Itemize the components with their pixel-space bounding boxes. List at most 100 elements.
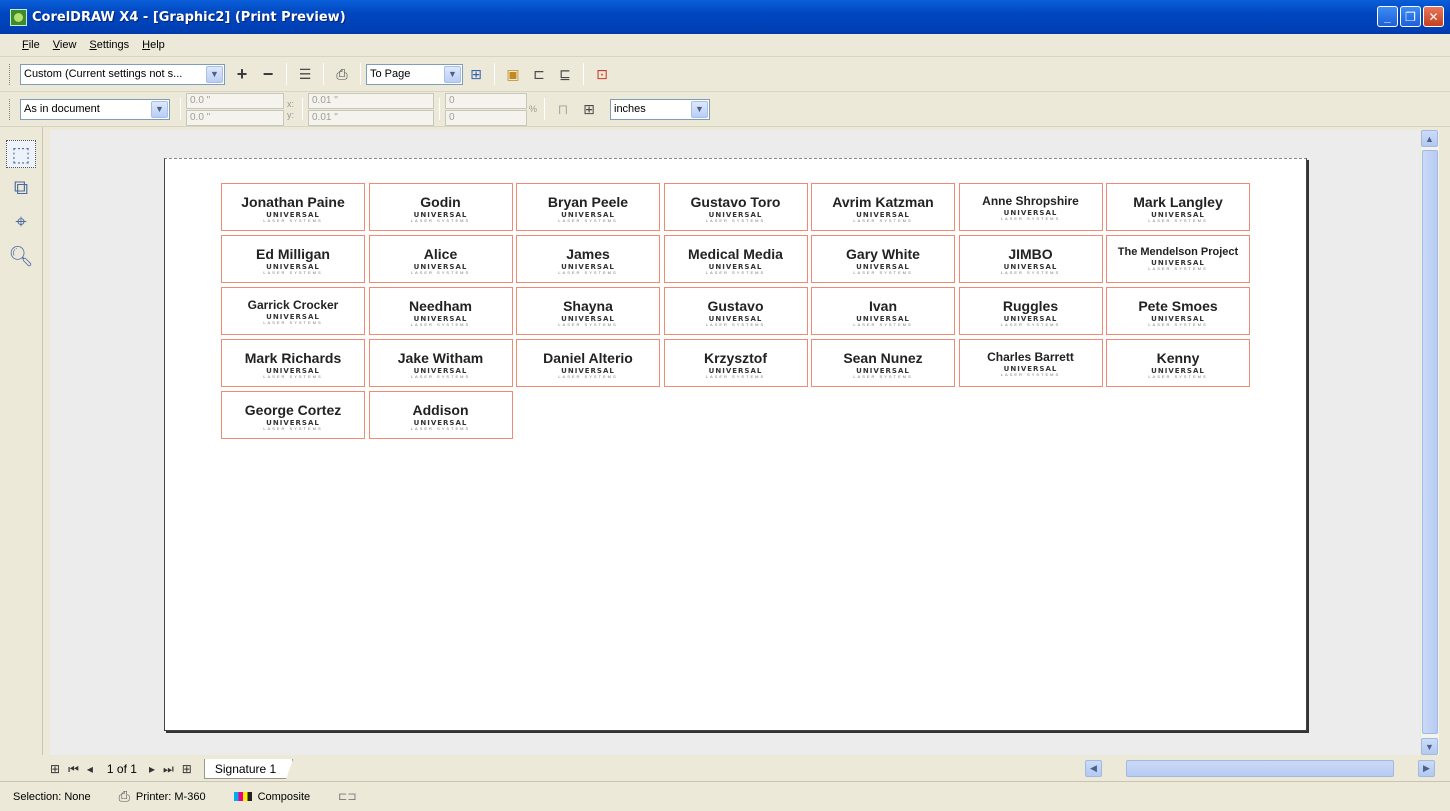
name-label[interactable]: The Mendelson Project UNIVERSAL LASER SYST…	[1106, 235, 1250, 283]
position-value: As in document	[24, 103, 100, 115]
position-x-field[interactable]: 0.0 "	[186, 92, 284, 109]
zoom-dropdown[interactable]: To Page ▼	[366, 63, 463, 85]
chevron-down-icon[interactable]: ▼	[444, 65, 461, 83]
name-label[interactable]: Ivan UNIVERSAL LASER SYSTEMS	[811, 287, 955, 335]
name-label[interactable]: George Cortez UNIVERSAL LASER SYSTEMS	[221, 391, 365, 439]
scroll-down-icon[interactable]: ▼	[1421, 738, 1438, 755]
add-page-before-icon[interactable]: ⊞	[50, 762, 60, 776]
printer-status[interactable]: ⎙ Printer: M-360	[119, 788, 206, 805]
full-screen-icon[interactable]: ⊞	[465, 63, 487, 85]
chevron-down-icon[interactable]: ▼	[206, 65, 223, 83]
previous-page-icon[interactable]: ◂	[87, 762, 93, 776]
add-page-after-icon[interactable]: ⊞	[182, 762, 192, 776]
menu-view[interactable]: View	[53, 39, 77, 51]
invert-icon[interactable]: ⊏	[528, 63, 550, 85]
chevron-down-icon[interactable]: ▼	[151, 100, 168, 118]
scroll-left-icon[interactable]: ◀	[1085, 760, 1102, 777]
name-label[interactable]: Gary White UNIVERSAL LASER SYSTEMS	[811, 235, 955, 283]
add-print-style-icon[interactable]: +	[231, 63, 253, 85]
name-label[interactable]: Bryan Peele UNIVERSAL LASER SYSTEMS	[516, 183, 660, 231]
preview-canvas[interactable]: Jonathan Paine UNIVERSAL LASER SYSTEMS Godi…	[50, 130, 1420, 755]
scale-width-field[interactable]: 0	[445, 92, 527, 109]
name-label[interactable]: Pete Smoes UNIVERSAL LASER SYSTEMS	[1106, 287, 1250, 335]
last-page-icon[interactable]: ⏭	[163, 762, 174, 777]
page-layout-icon[interactable]: ⊏⊐	[338, 790, 356, 803]
name-label[interactable]: Charles Barrett UNIVERSAL LASER SYSTEMS	[958, 339, 1103, 387]
name-label[interactable]: Needham UNIVERSAL LASER SYSTEMS	[368, 287, 513, 335]
name-label[interactable]: Ruggles UNIVERSAL LASER SYSTEMS	[958, 287, 1103, 335]
marks-placement-tool-icon[interactable]: ⌖	[6, 208, 36, 236]
name-label[interactable]: James UNIVERSAL LASER SYSTEMS	[516, 235, 660, 283]
menu-settings[interactable]: Settings	[89, 39, 129, 51]
close-print-preview-icon[interactable]: ⊡	[591, 63, 613, 85]
vertical-scroll-thumb[interactable]	[1422, 150, 1438, 734]
coreldraw-app-icon[interactable]	[10, 8, 27, 26]
label-name-text: Daniel Alterio	[543, 350, 633, 366]
name-label[interactable]: Addison UNIVERSAL LASER SYSTEMS	[368, 391, 513, 439]
name-label[interactable]: Jonathan Paine UNIVERSAL LASER SYSTEMS	[221, 183, 365, 231]
print-style-dropdown[interactable]: Custom (Current settings not s... ▼	[20, 63, 225, 85]
name-label[interactable]: Anne Shropshire UNIVERSAL LASER SYSTEMS	[958, 183, 1103, 231]
name-label[interactable]: Jake Witham UNIVERSAL LASER SYSTEMS	[368, 339, 513, 387]
name-label[interactable]: Gustavo UNIVERSAL LASER SYSTEMS	[663, 287, 808, 335]
toolbar-grip[interactable]	[9, 99, 12, 120]
lock-icon[interactable]: ⊓	[552, 98, 574, 120]
name-label[interactable]: Garrick Crocker UNIVERSAL LASER SYSTEMS	[221, 287, 365, 335]
name-label[interactable]: Avrim Katzman UNIVERSAL LASER SYSTEMS	[811, 183, 955, 231]
menu-file[interactable]: File	[22, 39, 40, 51]
universal-logo-tagline: LASER SYSTEMS	[410, 270, 471, 275]
label-name-text: Gustavo Toro	[690, 194, 781, 210]
x-label: x:	[287, 98, 295, 109]
print-icon[interactable]: ⎙	[331, 63, 353, 85]
close-button[interactable]: ✕	[1423, 6, 1444, 27]
first-page-icon[interactable]: ⏮	[68, 762, 79, 777]
imposition-layout-tool-icon[interactable]: ⧉	[6, 174, 36, 202]
mirror-icon[interactable]: ⊑	[554, 63, 576, 85]
restore-button[interactable]: ❐	[1400, 6, 1421, 27]
toolbar-grip[interactable]	[9, 64, 12, 85]
name-label[interactable]: Daniel Alterio UNIVERSAL LASER SYSTEMS	[516, 339, 660, 387]
name-label[interactable]: Mark Richards UNIVERSAL LASER SYSTEMS	[221, 339, 365, 387]
position-y-field[interactable]: 0.0 "	[186, 109, 284, 126]
name-label[interactable]: Shayna UNIVERSAL LASER SYSTEMS	[516, 287, 660, 335]
preview-page: Jonathan Paine UNIVERSAL LASER SYSTEMS Godi…	[164, 158, 1307, 731]
name-label[interactable]: Medical Media UNIVERSAL LASER SYSTEMS	[663, 235, 808, 283]
name-label[interactable]: Godin UNIVERSAL LASER SYSTEMS	[368, 183, 513, 231]
chevron-down-icon[interactable]: ▼	[691, 100, 708, 118]
color-mode-status[interactable]: Composite	[233, 791, 310, 803]
tile-layout-icon[interactable]: ⊞	[578, 98, 600, 120]
label-name-text: JIMBO	[1008, 246, 1053, 262]
name-label[interactable]: Mark Langley UNIVERSAL LASER SYSTEMS	[1106, 183, 1250, 231]
remove-print-style-icon[interactable]: −	[257, 63, 279, 85]
name-label[interactable]: Gustavo Toro UNIVERSAL LASER SYSTEMS	[663, 183, 808, 231]
height-field[interactable]: 0.01 "	[308, 109, 434, 126]
menu-help[interactable]: Help	[142, 39, 165, 51]
horizontal-scrollbar[interactable]: ◀ ▶	[1085, 760, 1435, 777]
minimize-button[interactable]: _	[1377, 6, 1398, 27]
scroll-up-icon[interactable]: ▲	[1421, 130, 1438, 147]
scroll-right-icon[interactable]: ▶	[1418, 760, 1435, 777]
enable-color-separations-icon[interactable]: ▣	[502, 63, 524, 85]
width-field[interactable]: 0.01 "	[308, 92, 434, 109]
label-name-text: Kenny	[1156, 350, 1200, 366]
units-dropdown[interactable]: inches ▼	[610, 98, 710, 120]
scale-height-field[interactable]: 0	[445, 109, 527, 126]
name-label[interactable]: Sean Nunez UNIVERSAL LASER SYSTEMS	[811, 339, 955, 387]
name-label[interactable]: Kenny UNIVERSAL LASER SYSTEMS	[1106, 339, 1250, 387]
label-name-text: Ed Milligan	[256, 246, 330, 262]
page-navigation-bar: ⊞ ⏮ ◂ 1 of 1 ▸ ⏭ ⊞ Signature 1 ◀ ▶	[50, 757, 1450, 781]
tab-signature-1[interactable]: Signature 1	[203, 759, 294, 779]
horizontal-scroll-thumb[interactable]	[1126, 760, 1394, 777]
position-dropdown[interactable]: As in document ▼	[20, 98, 170, 120]
zoom-tool-icon[interactable]: 🔍︎	[6, 242, 36, 270]
vertical-scrollbar[interactable]: ▲ ▼	[1421, 130, 1439, 755]
name-label[interactable]: Alice UNIVERSAL LASER SYSTEMS	[368, 235, 513, 283]
universal-logo-tagline: LASER SYSTEMS	[558, 374, 618, 379]
name-label[interactable]: Krzysztof UNIVERSAL LASER SYSTEMS	[663, 339, 808, 387]
print-options-icon[interactable]: ☰	[294, 63, 316, 85]
name-label[interactable]: Ed Milligan UNIVERSAL LASER SYSTEMS	[221, 235, 365, 283]
name-label[interactable]: JIMBO UNIVERSAL LASER SYSTEMS	[958, 235, 1103, 283]
pick-tool-icon[interactable]: ⬚	[6, 140, 36, 168]
universal-logo-tagline: LASER SYSTEMS	[853, 322, 913, 327]
next-page-icon[interactable]: ▸	[149, 762, 155, 776]
